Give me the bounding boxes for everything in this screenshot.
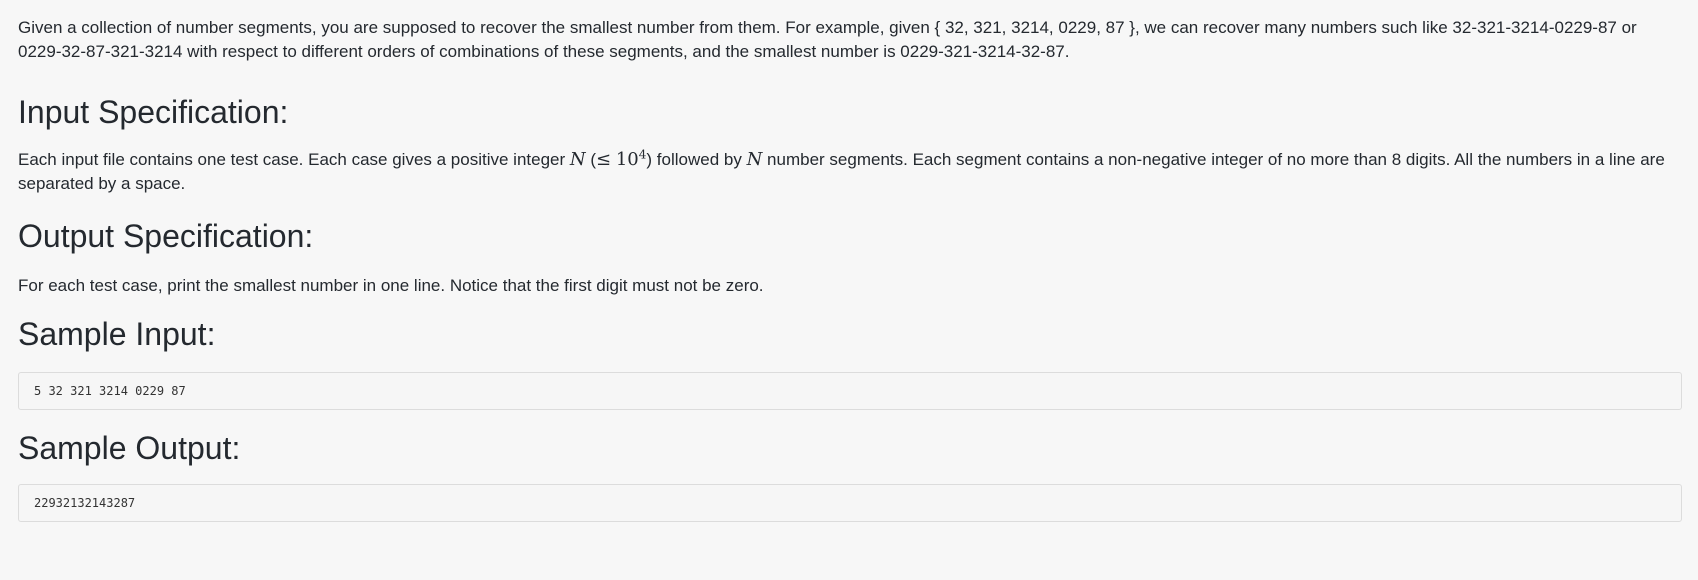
sample-output-code-block: 22932132143287 [18, 484, 1682, 522]
input-spec-paragraph: Each input file contains one test case. … [18, 148, 1682, 196]
leq-symbol: ≤ [596, 149, 612, 170]
n-symbol: N [569, 149, 586, 170]
sample-input-heading: Sample Input: [18, 316, 216, 352]
n-symbol-2: N [746, 149, 763, 170]
power-base: 10 [615, 149, 639, 170]
input-spec-heading: Input Specification: [18, 94, 289, 130]
input-spec-text-mid: followed by [652, 150, 747, 169]
problem-statement: Given a collection of number segments, y… [0, 0, 1698, 580]
sample-input-code-block: 5 32 321 3214 0229 87 [18, 372, 1682, 410]
output-spec-paragraph: For each test case, print the smallest n… [18, 276, 764, 295]
intro-paragraph: Given a collection of number segments, y… [18, 18, 1637, 61]
input-spec-text-start: Each input file contains one test case. … [18, 150, 570, 169]
output-spec-heading: Output Specification: [18, 218, 314, 254]
sample-output-heading: Sample Output: [18, 430, 241, 466]
constraint-open: ( [585, 150, 597, 169]
